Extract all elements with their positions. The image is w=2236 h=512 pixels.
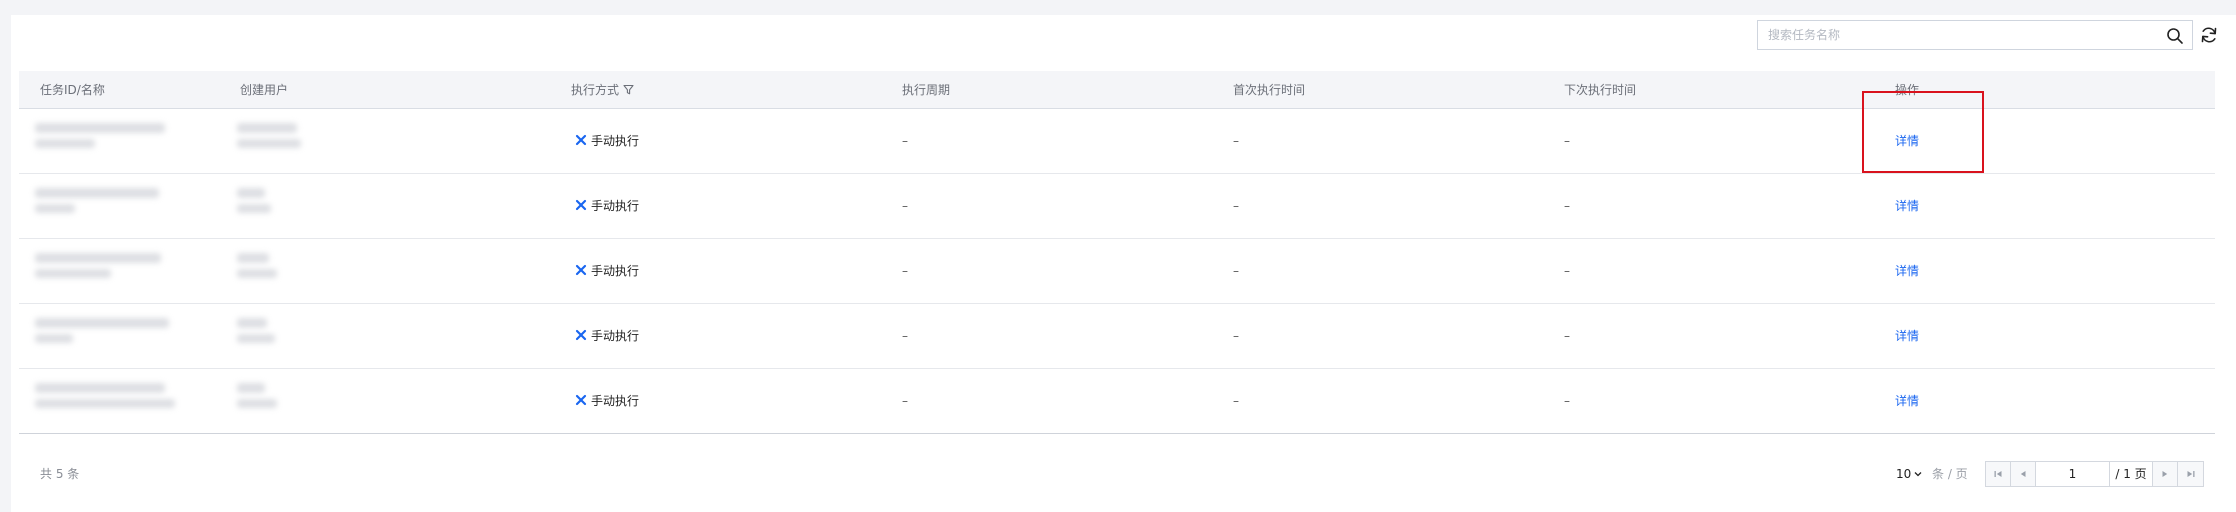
exec-mode-cell: 手动执行 xyxy=(575,304,639,368)
next-run-cell: – xyxy=(1564,264,1570,278)
next-run-cell: – xyxy=(1564,199,1570,213)
per-page-label: 条 / 页 xyxy=(1932,467,1968,481)
search-input[interactable] xyxy=(1768,21,2148,49)
pagination: / 1 页 xyxy=(1985,461,2204,487)
redacted-task-id xyxy=(35,253,161,263)
exec-mode-label: 手动执行 xyxy=(591,264,640,278)
exec-mode-label: 手动执行 xyxy=(591,329,640,343)
detail-link[interactable]: 详情 xyxy=(1895,394,1919,408)
redacted-task-name xyxy=(35,334,73,343)
exec-period-cell: – xyxy=(902,394,908,408)
redacted-creator-sub xyxy=(237,139,301,148)
col-next-run: 下次执行时间 xyxy=(1564,83,1637,97)
table-row: 手动执行 – – – 详情 xyxy=(19,369,2215,434)
last-page-button[interactable] xyxy=(2178,462,2203,486)
total-pages-label: / 1 页 xyxy=(2110,462,2153,486)
table-row: 手动执行 – – – 详情 xyxy=(19,239,2215,304)
redacted-task-id xyxy=(35,123,165,133)
col-exec-mode-label: 执行方式 xyxy=(571,83,620,97)
first-run-cell: – xyxy=(1233,394,1239,408)
search-icon[interactable] xyxy=(2166,27,2184,45)
page-size-value: 10 xyxy=(1896,467,1912,481)
detail-link[interactable]: 详情 xyxy=(1895,199,1919,213)
first-run-cell: – xyxy=(1233,134,1239,148)
exec-mode-label: 手动执行 xyxy=(591,199,640,213)
action-cell: 详情 xyxy=(1895,174,1919,238)
detail-link[interactable]: 详情 xyxy=(1895,329,1919,343)
redacted-creator-sub xyxy=(237,334,275,343)
col-exec-mode: 执行方式 xyxy=(571,71,634,109)
manual-run-icon xyxy=(575,394,587,406)
chevron-down-icon xyxy=(1914,472,1922,477)
redacted-task-name xyxy=(35,204,75,213)
redacted-task-name xyxy=(35,399,175,408)
next-page-icon xyxy=(2162,471,2168,477)
exec-mode-label: 手动执行 xyxy=(591,394,640,408)
detail-link[interactable]: 详情 xyxy=(1895,264,1919,278)
manual-run-icon xyxy=(575,264,587,276)
exec-period-cell: – xyxy=(902,329,908,343)
redacted-task-name xyxy=(35,269,111,278)
next-page-button[interactable] xyxy=(2153,462,2178,486)
exec-mode-cell: 手动执行 xyxy=(575,369,639,433)
redacted-creator xyxy=(237,253,269,263)
manual-run-icon xyxy=(575,199,587,211)
first-page-button[interactable] xyxy=(1986,462,2011,486)
filter-icon[interactable] xyxy=(623,84,634,95)
col-creator: 创建用户 xyxy=(240,83,289,97)
redacted-task-name xyxy=(35,139,95,148)
first-run-cell: – xyxy=(1233,264,1239,278)
redacted-task-id xyxy=(35,383,165,393)
redacted-creator-sub xyxy=(237,399,277,408)
redacted-creator xyxy=(237,188,265,198)
prev-page-button[interactable] xyxy=(2011,462,2036,486)
next-run-cell: – xyxy=(1564,134,1570,148)
redacted-creator xyxy=(237,318,267,328)
first-run-cell: – xyxy=(1233,329,1239,343)
table-row: 手动执行 – – – 详情 xyxy=(19,304,2215,369)
manual-run-icon xyxy=(575,329,587,341)
manual-run-icon xyxy=(575,134,587,146)
exec-period-cell: – xyxy=(902,264,908,278)
col-exec-period: 执行周期 xyxy=(902,83,951,97)
action-cell: 详情 xyxy=(1895,304,1919,368)
exec-mode-cell: 手动执行 xyxy=(575,109,639,173)
col-first-run: 首次执行时间 xyxy=(1233,83,1306,97)
first-page-icon xyxy=(1994,471,2002,477)
redacted-creator-sub xyxy=(237,269,277,278)
redacted-creator-sub xyxy=(237,204,271,213)
next-run-cell: – xyxy=(1564,329,1570,343)
next-run-cell: – xyxy=(1564,394,1570,408)
page-number-input[interactable] xyxy=(2036,462,2110,486)
table-row: 手动执行 – – – 详情 xyxy=(19,174,2215,239)
action-cell: 详情 xyxy=(1895,239,1919,303)
prev-page-icon xyxy=(2020,471,2026,477)
action-cell: 详情 xyxy=(1895,369,1919,433)
exec-mode-cell: 手动执行 xyxy=(575,239,639,303)
exec-period-cell: – xyxy=(902,199,908,213)
redacted-task-id xyxy=(35,318,169,328)
exec-mode-label: 手动执行 xyxy=(591,134,640,148)
redacted-creator xyxy=(237,383,265,393)
redacted-creator xyxy=(237,123,297,133)
refresh-icon[interactable] xyxy=(2199,25,2219,45)
last-page-icon xyxy=(2187,471,2194,477)
first-run-cell: – xyxy=(1233,199,1239,213)
col-task-id-name: 任务ID/名称 xyxy=(40,83,105,97)
search-box xyxy=(1757,20,2193,50)
redacted-task-id xyxy=(35,188,159,198)
page-size-select[interactable]: 10 xyxy=(1896,461,1923,487)
exec-mode-cell: 手动执行 xyxy=(575,174,639,238)
highlight-box xyxy=(1862,91,1984,173)
exec-period-cell: – xyxy=(902,134,908,148)
total-count: 共 5 条 xyxy=(40,467,80,481)
